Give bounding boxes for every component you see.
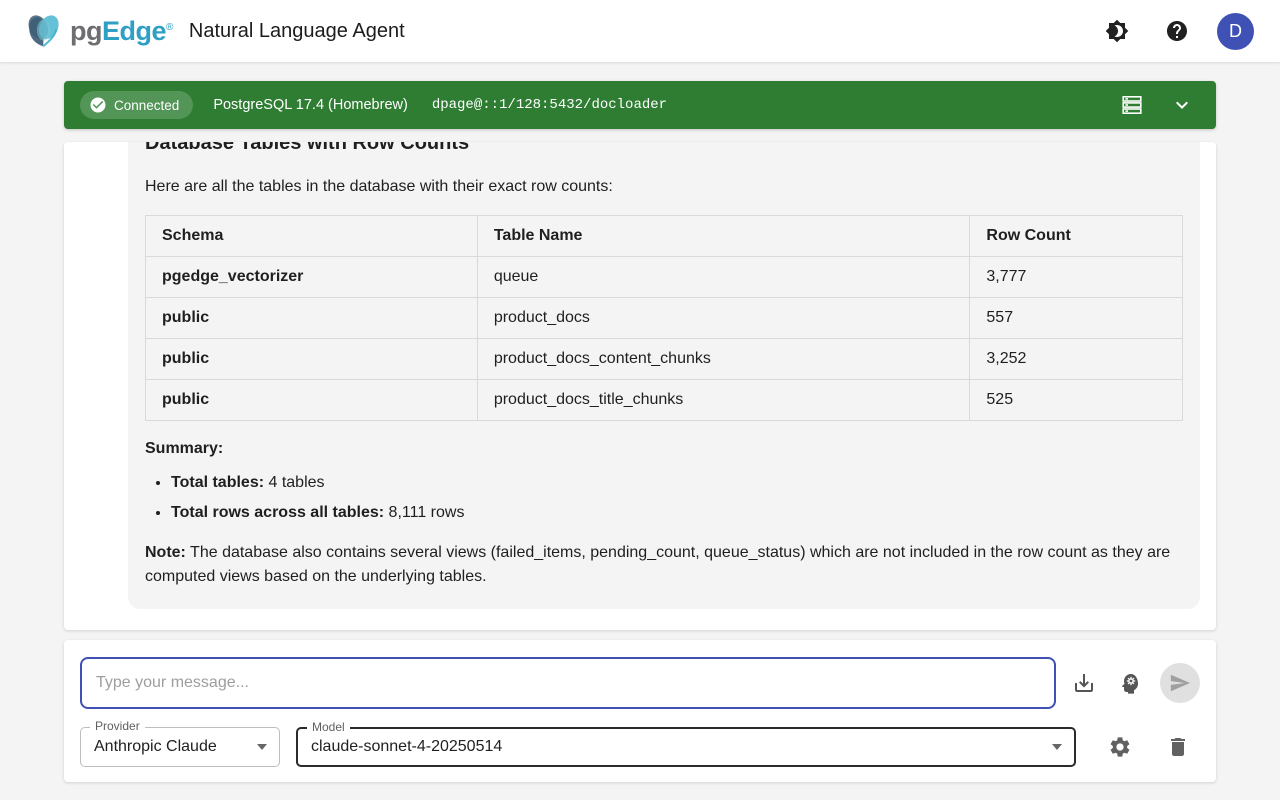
cell-schema: public — [146, 339, 478, 380]
table-row: public product_docs_content_chunks 3,252 — [146, 339, 1183, 380]
user-avatar[interactable]: D — [1217, 13, 1254, 50]
message-heading: Database Tables with Row Counts — [145, 142, 1183, 157]
download-icon — [1072, 671, 1096, 695]
composer-input-row — [80, 657, 1200, 709]
cell-schema: public — [146, 380, 478, 421]
page-title: Natural Language Agent — [189, 20, 405, 43]
composer-panel: Provider Anthropic Claude Model claude-s… — [64, 640, 1216, 782]
provider-select[interactable]: Provider Anthropic Claude — [80, 727, 280, 767]
connection-bar: Connected PostgreSQL 17.4 (Homebrew) dpa… — [64, 81, 1216, 129]
connection-string: dpage@::1/128:5432/docloader — [432, 97, 667, 113]
cell-row-count: 557 — [970, 298, 1183, 339]
chat-history-panel[interactable]: Database Tables with Row Counts Here are… — [64, 142, 1216, 630]
avatar-initial: D — [1229, 21, 1242, 42]
summary-heading: Summary: — [145, 437, 1183, 461]
cell-table-name: queue — [477, 257, 970, 298]
composer-settings-row: Provider Anthropic Claude Model claude-s… — [80, 727, 1200, 767]
dropdown-arrow-icon — [257, 744, 267, 750]
connection-status-badge: Connected — [80, 91, 193, 119]
table-header-row: Schema Table Name Row Count — [146, 216, 1183, 257]
model-select-label: Model — [307, 720, 350, 734]
cell-table-name: product_docs_title_chunks — [477, 380, 970, 421]
export-chat-button[interactable] — [1064, 663, 1104, 703]
cell-schema: public — [146, 298, 478, 339]
cell-table-name: product_docs — [477, 298, 970, 339]
send-button[interactable] — [1160, 663, 1200, 703]
connection-actions — [1118, 91, 1196, 119]
psychology-icon — [1118, 671, 1142, 695]
cell-row-count: 3,252 — [970, 339, 1183, 380]
provider-select-value: Anthropic Claude — [94, 738, 217, 756]
provider-select-label: Provider — [90, 719, 145, 733]
column-header-schema: Schema — [146, 216, 478, 257]
send-icon — [1169, 672, 1191, 694]
table-row: public product_docs_title_chunks 525 — [146, 380, 1183, 421]
message-input[interactable] — [80, 657, 1056, 709]
connection-list-button[interactable] — [1118, 91, 1146, 119]
logo-wordmark: pgEdge® — [70, 16, 173, 47]
settings-button[interactable] — [1100, 727, 1140, 767]
gear-icon — [1108, 735, 1132, 759]
help-button[interactable] — [1157, 11, 1197, 51]
model-select[interactable]: Model claude-sonnet-4-20250514 — [296, 727, 1076, 767]
list-icon — [1120, 93, 1144, 117]
connection-status-label: Connected — [114, 98, 179, 113]
column-header-table-name: Table Name — [477, 216, 970, 257]
row-counts-table: Schema Table Name Row Count pgedge_vecto… — [145, 215, 1183, 421]
cell-schema: pgedge_vectorizer — [146, 257, 478, 298]
cell-row-count: 525 — [970, 380, 1183, 421]
theme-toggle-button[interactable] — [1097, 11, 1137, 51]
thinking-mode-button[interactable] — [1110, 663, 1150, 703]
column-header-row-count: Row Count — [970, 216, 1183, 257]
app-header: pgEdge® Natural Language Agent D — [0, 0, 1280, 63]
message-intro: Here are all the tables in the database … — [145, 175, 1183, 199]
check-circle-icon — [89, 96, 107, 114]
cell-table-name: product_docs_content_chunks — [477, 339, 970, 380]
message-note: Note: The database also contains several… — [145, 541, 1183, 589]
list-item: Total tables: 4 tables — [171, 471, 1183, 495]
trash-icon — [1166, 735, 1190, 759]
pgedge-logo: pgEdge® — [22, 10, 173, 52]
cell-row-count: 3,777 — [970, 257, 1183, 298]
header-actions: D — [1097, 11, 1254, 51]
dropdown-arrow-icon — [1052, 744, 1062, 750]
pgedge-logo-icon — [22, 10, 68, 52]
dark-mode-icon — [1105, 19, 1129, 43]
table-row: pgedge_vectorizer queue 3,777 — [146, 257, 1183, 298]
model-select-value: claude-sonnet-4-20250514 — [311, 738, 502, 756]
chevron-down-icon — [1170, 93, 1194, 117]
connection-collapse-button[interactable] — [1168, 91, 1196, 119]
summary-list: Total tables: 4 tables Total rows across… — [145, 471, 1183, 525]
clear-chat-button[interactable] — [1158, 727, 1198, 767]
list-item: Total rows across all tables: 8,111 rows — [171, 501, 1183, 525]
assistant-message: Database Tables with Row Counts Here are… — [128, 142, 1200, 609]
help-icon — [1165, 19, 1189, 43]
table-row: public product_docs 557 — [146, 298, 1183, 339]
server-version-label: PostgreSQL 17.4 (Homebrew) — [213, 97, 408, 113]
